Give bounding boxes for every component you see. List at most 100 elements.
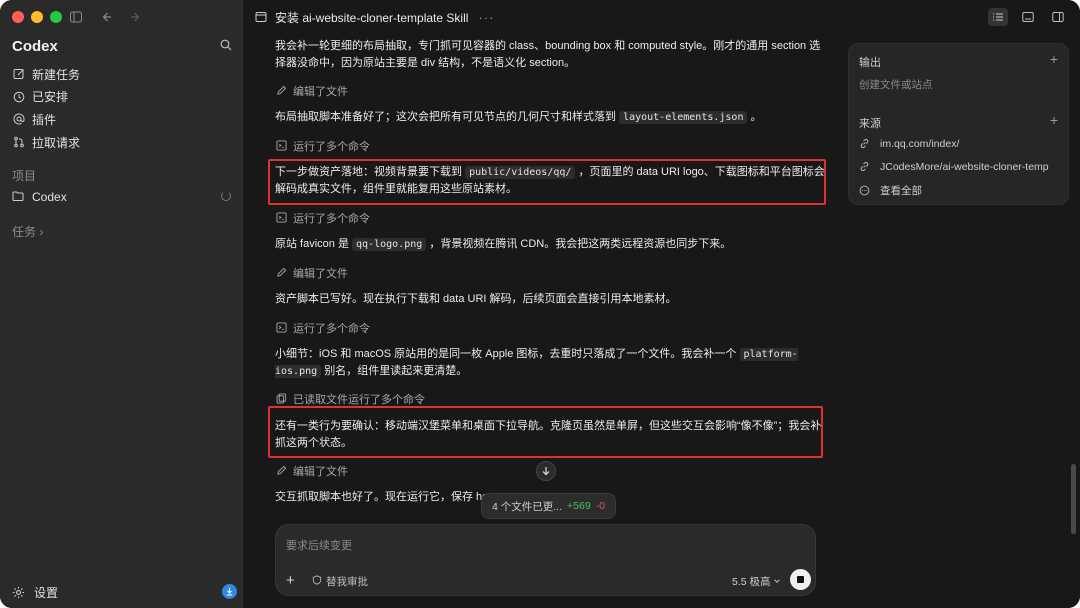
sidebar-item-new-task[interactable]: 新建任务 <box>0 63 243 86</box>
pencil-icon <box>276 85 288 97</box>
source-link-text: JCodesMore/ai-website-cloner-temp <box>880 161 1049 173</box>
message-text: 。 <box>750 111 762 123</box>
action-label: 已读取文件运行了多个命令 <box>293 394 425 406</box>
projects-section-label: 项目 <box>12 169 37 183</box>
assistant-message: 原站 favicon 是 qq-logo.png ，背景视频在腾讯 CDN。我会… <box>275 236 830 253</box>
sidebar-item-pull-requests[interactable]: 拉取请求 <box>0 131 243 154</box>
terminal-icon <box>276 212 288 224</box>
pencil-icon <box>276 465 288 477</box>
gear-icon <box>12 586 26 600</box>
add-output-button[interactable]: + <box>1050 51 1058 67</box>
settings-label: 设置 <box>34 586 59 600</box>
scroll-to-bottom-button[interactable] <box>536 461 556 481</box>
action-label: 运行了多个命令 <box>293 323 370 335</box>
sidebar-item-label: 拉取请求 <box>32 135 81 150</box>
sidebar-item-plugins[interactable]: 插件 <box>0 108 243 131</box>
source-title: 来源 <box>859 118 881 130</box>
output-subtitle[interactable]: 创建文件或站点 <box>859 77 933 92</box>
add-source-button[interactable]: + <box>1050 112 1058 128</box>
action-edited-file[interactable]: 编辑了文件 <box>276 463 348 479</box>
view-all-sources[interactable]: 查看全部 <box>859 183 1064 198</box>
source-link[interactable]: im.qq.com/index/ <box>859 138 1064 150</box>
auto-approve-button[interactable]: 替我审批 <box>312 574 368 589</box>
tasks-section-label[interactable]: 任务 › <box>12 223 43 240</box>
forward-arrow-icon[interactable] <box>128 9 144 25</box>
at-sign-icon <box>12 112 26 126</box>
shield-icon <box>312 575 322 588</box>
model-label: 5.5 极高 <box>732 576 771 588</box>
message-text: 布局抽取脚本准备好了；这次会把所有可见节点的几何尺寸和样式落到 <box>275 111 616 123</box>
chat-window-icon <box>255 11 269 25</box>
chevron-down-icon <box>773 576 781 588</box>
context-panel: 输出 + 创建文件或站点 来源 + im.qq.com/index/ JCode… <box>848 43 1069 205</box>
sidebar-item-scheduled[interactable]: 已安排 <box>0 86 243 109</box>
action-label: 编辑了文件 <box>293 86 348 98</box>
action-label: 编辑了文件 <box>293 466 348 478</box>
action-ran-commands[interactable]: 运行了多个命令 <box>276 210 370 226</box>
model-selector[interactable]: 5.5 极高 <box>732 574 781 589</box>
highlight-box <box>268 406 823 458</box>
add-attachment-button[interactable]: + <box>286 572 295 589</box>
assistant-message: 我会补一轮更细的布局抽取，专门抓可见容器的 class、bounding box… <box>275 40 821 69</box>
action-label: 运行了多个命令 <box>293 213 370 225</box>
link-icon <box>859 138 871 150</box>
thread-title-text: 安装 ai-website-cloner-template Skill <box>275 11 469 25</box>
output-title: 输出 <box>859 57 881 69</box>
search-icon[interactable] <box>220 38 236 54</box>
action-edited-file[interactable]: 编辑了文件 <box>276 83 348 99</box>
composer[interactable]: 要求后续变更 + 替我审批 5.5 极高 <box>275 524 816 596</box>
composer-input[interactable]: 要求后续变更 <box>286 537 352 553</box>
message-text: 原站 favicon 是 <box>275 238 349 250</box>
terminal-panel-icon[interactable] <box>1018 8 1038 26</box>
auto-approve-label: 替我审批 <box>326 576 368 588</box>
action-edited-file[interactable]: 编辑了文件 <box>276 265 348 281</box>
copy-files-icon <box>276 393 288 405</box>
action-label: 编辑了文件 <box>293 268 348 280</box>
window-nav <box>68 9 144 25</box>
inline-code: qq-logo.png <box>352 238 427 251</box>
more-options-icon[interactable]: ··· <box>478 10 494 25</box>
action-read-files-ran-commands[interactable]: 已读取文件运行了多个命令 <box>276 391 425 407</box>
message-text: 别名，组件里读起来更清楚。 <box>324 365 468 377</box>
assistant-message: 布局抽取脚本准备好了；这次会把所有可见节点的几何尺寸和样式落到 layout-e… <box>275 109 830 126</box>
action-ran-commands[interactable]: 运行了多个命令 <box>276 138 370 154</box>
assistant-message: 小细节：iOS 和 macOS 原站用的是同一枚 Apple 图标，去重时只落成… <box>275 346 830 380</box>
sidebar: Codex 新建任务 已安排 插件 拉取请求 项目 Codex 任务 › 设置 <box>0 0 243 608</box>
top-bar: 安装 ai-website-cloner-template Skill ··· <box>243 0 1080 34</box>
thread-title: 安装 ai-website-cloner-template Skill ··· <box>255 9 494 26</box>
clock-icon <box>12 90 26 104</box>
lines-added: +569 <box>567 500 591 512</box>
project-item-codex[interactable]: Codex <box>0 188 243 206</box>
sidebar-toggle-icon[interactable] <box>68 9 84 25</box>
stop-button[interactable] <box>790 569 811 590</box>
source-link[interactable]: JCodesMore/ai-website-cloner-temp <box>859 161 1064 173</box>
top-right-tools <box>988 8 1068 26</box>
minimize-window-button[interactable] <box>31 11 43 23</box>
assistant-message: 交互抓取脚本也好了。现在运行它，保存 hov <box>275 491 494 503</box>
main-pane: 安装 ai-website-cloner-template Skill ··· … <box>243 0 1080 608</box>
side-panel-icon[interactable] <box>1048 8 1068 26</box>
changed-files-pill[interactable]: 4 个文件已更... +569 -0 <box>481 493 617 519</box>
pencil-icon <box>276 267 288 279</box>
message-text: ，背景视频在腾讯 CDN。我会把这两类远程资源也同步下来。 <box>429 238 732 250</box>
sidebar-item-label: 已安排 <box>32 90 69 105</box>
source-link-text: im.qq.com/index/ <box>880 138 960 150</box>
zoom-window-button[interactable] <box>50 11 62 23</box>
message-text: 小细节：iOS 和 macOS 原站用的是同一枚 Apple 图标，去重时只落成… <box>275 348 737 360</box>
inline-code: layout-elements.json <box>619 111 748 124</box>
action-label: 运行了多个命令 <box>293 141 370 153</box>
download-update-icon[interactable] <box>222 584 237 599</box>
edit-icon <box>12 67 26 81</box>
sidebar-item-label: 插件 <box>32 112 57 127</box>
settings-button[interactable]: 设置 <box>12 584 58 601</box>
window-controls <box>12 11 62 23</box>
chat-scrollbar[interactable] <box>1071 464 1076 534</box>
close-window-button[interactable] <box>12 11 24 23</box>
sidebar-item-label: 新建任务 <box>32 67 81 82</box>
folder-icon <box>12 190 26 204</box>
assistant-message: 资产脚本已写好。现在执行下载和 data URI 解码，后续页面会直接引用本地素… <box>275 293 677 305</box>
list-view-icon[interactable] <box>988 8 1008 26</box>
terminal-icon <box>276 140 288 152</box>
back-arrow-icon[interactable] <box>98 9 114 25</box>
action-ran-commands[interactable]: 运行了多个命令 <box>276 320 370 336</box>
